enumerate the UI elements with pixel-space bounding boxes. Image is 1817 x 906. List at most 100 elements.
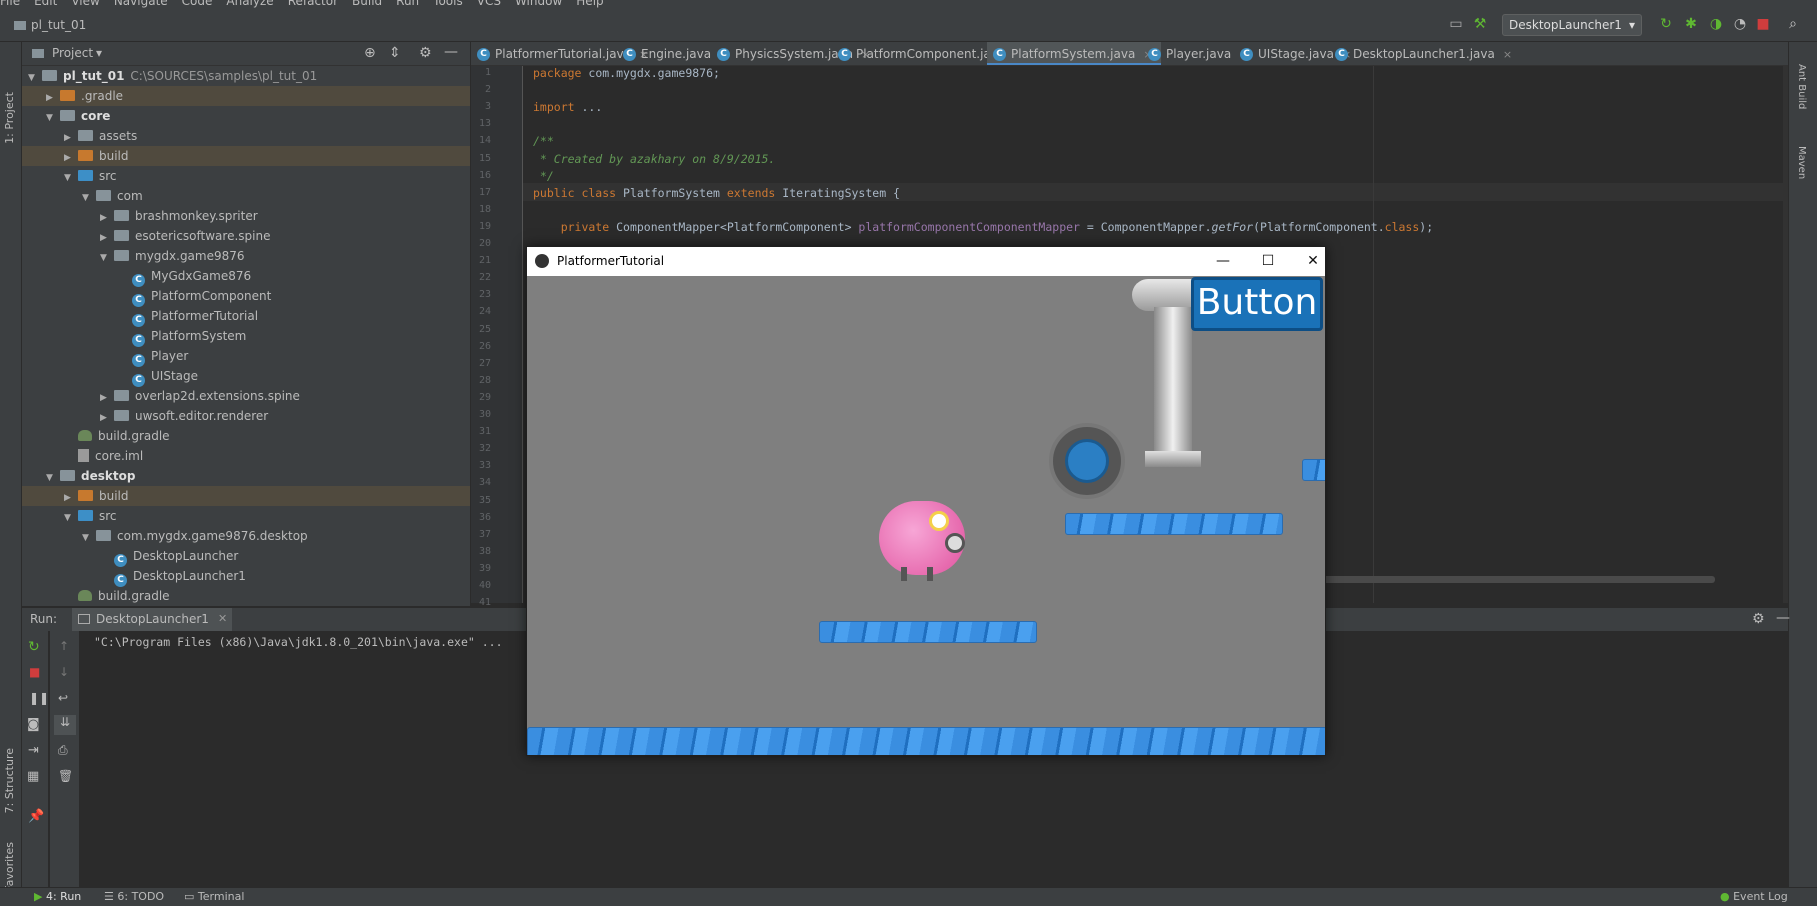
soft-wrap-icon[interactable]: ↩ <box>58 691 68 705</box>
tree-item[interactable]: ▼ mygdx.game9876 <box>22 246 470 266</box>
minimize-button[interactable]: — <box>1208 251 1238 271</box>
rerun-icon[interactable]: ↻ <box>1658 16 1674 32</box>
chevron-down-icon[interactable]: ▾ <box>96 46 102 60</box>
expand-arrow-icon[interactable]: ▶ <box>64 148 78 168</box>
tree-item[interactable]: C PlatformSystem <box>22 326 470 347</box>
close-button[interactable]: ✕ <box>1298 251 1325 271</box>
todo-tool-tab[interactable]: ☰ 6: TODO <box>104 890 164 903</box>
pause-icon[interactable]: ❚❚ <box>29 691 49 705</box>
scroll-to-end-icon[interactable]: ⇊ <box>54 715 76 735</box>
coverage-icon[interactable]: ◑ <box>1708 16 1724 32</box>
hide-icon[interactable]: — <box>444 44 458 60</box>
tree-item[interactable]: ▼ src <box>22 506 470 526</box>
structure-tool-button[interactable]: 7: Structure <box>3 748 16 813</box>
editor-tab[interactable]: CPlatformSystem.java× <box>987 42 1161 65</box>
tree-item[interactable]: C PlatformComponent <box>22 286 470 307</box>
expand-arrow-icon[interactable]: ▶ <box>100 228 114 248</box>
layout-icon[interactable]: ▭ <box>1448 16 1464 32</box>
profile-icon[interactable]: ◔ <box>1732 16 1748 32</box>
menu-item-file[interactable]: File <box>0 0 20 7</box>
tree-item[interactable]: ▶ build <box>22 146 470 166</box>
up-arrow-icon[interactable]: ↑ <box>59 639 69 653</box>
tree-item[interactable]: C UIStage <box>22 366 470 387</box>
game-window-titlebar[interactable]: PlatformerTutorial — ☐ ✕ <box>527 247 1325 276</box>
expand-arrow-icon[interactable]: ▼ <box>64 168 78 188</box>
game-ui-button[interactable]: Button <box>1191 277 1323 331</box>
gear-icon[interactable]: ⚙ <box>419 45 432 61</box>
tree-item[interactable]: C DesktopLauncher1 <box>22 566 470 587</box>
tree-item[interactable]: C Player <box>22 346 470 367</box>
tree-item[interactable]: ▼ src <box>22 166 470 186</box>
tree-item[interactable]: ▶ brashmonkey.spriter <box>22 206 470 226</box>
tree-item[interactable]: ▶ assets <box>22 126 470 146</box>
menu-item-view[interactable]: View <box>71 0 99 7</box>
expand-arrow-icon[interactable]: ▶ <box>100 388 114 408</box>
maven-tool-button[interactable]: Maven <box>1796 146 1807 179</box>
stop-icon[interactable]: ■ <box>29 665 40 679</box>
tree-item[interactable]: C MyGdxGame876 <box>22 266 470 287</box>
run-config-select[interactable]: DesktopLauncher1 ▾ <box>1502 14 1642 36</box>
trash-icon[interactable]: 🗑 <box>58 769 73 783</box>
expand-arrow-icon[interactable]: ▼ <box>46 108 60 128</box>
expand-arrow-icon[interactable]: ▼ <box>46 468 60 488</box>
layout-icon[interactable]: ▦ <box>27 769 39 784</box>
menu-item-run[interactable]: Run <box>396 0 419 7</box>
hide-icon[interactable]: — <box>1776 610 1790 626</box>
tree-item[interactable]: ▼ com.mygdx.game9876.desktop <box>22 526 470 546</box>
close-icon[interactable]: ✕ <box>218 612 227 625</box>
debug-icon[interactable]: ✱ <box>1683 16 1699 32</box>
tree-item[interactable]: C PlatformerTutorial <box>22 306 470 327</box>
menu-item-tools[interactable]: Tools <box>433 0 463 7</box>
tree-item[interactable]: ▼ core <box>22 106 470 126</box>
run-tool-tab[interactable]: ▶ 4: Run <box>34 890 81 903</box>
ant-build-tool-button[interactable]: Ant Build <box>1796 64 1807 109</box>
event-log-tool-tab[interactable]: ● Event Log <box>1720 890 1788 903</box>
stop-icon[interactable]: ■ <box>1755 16 1771 32</box>
breadcrumb[interactable]: pl_tut_01 <box>14 18 86 32</box>
expand-arrow-icon[interactable]: ▼ <box>28 68 42 88</box>
expand-arrow-icon[interactable]: ▶ <box>64 128 78 148</box>
tree-item[interactable]: build.gradle <box>22 586 470 606</box>
locate-icon[interactable]: ⊕ <box>364 45 376 61</box>
menu-item-navigate[interactable]: Navigate <box>114 0 168 7</box>
tree-item[interactable]: ▶ overlap2d.extensions.spine <box>22 386 470 406</box>
tree-item[interactable]: C DesktopLauncher <box>22 546 470 567</box>
game-window[interactable]: PlatformerTutorial — ☐ ✕ Button <box>526 246 1326 756</box>
project-view-select[interactable]: Project <box>52 46 93 60</box>
maximize-button[interactable]: ☐ <box>1253 251 1283 271</box>
expand-arrow-icon[interactable]: ▼ <box>82 188 96 208</box>
menu-item-edit[interactable]: Edit <box>34 0 57 7</box>
tree-item[interactable]: ▶ esotericsoftware.spine <box>22 226 470 246</box>
rerun-icon[interactable]: ↻ <box>28 639 40 655</box>
exit-icon[interactable]: ⇥ <box>28 743 39 758</box>
menu-item-analyze[interactable]: Analyze <box>226 0 273 7</box>
project-tool-button[interactable]: 1: Project <box>3 92 16 144</box>
expand-arrow-icon[interactable]: ▶ <box>100 408 114 428</box>
down-arrow-icon[interactable]: ↓ <box>59 665 69 679</box>
tree-item[interactable]: core.iml <box>22 446 470 466</box>
expand-arrow-icon[interactable]: ▼ <box>100 248 114 268</box>
close-icon[interactable]: × <box>1503 48 1512 61</box>
tree-item[interactable]: ▶ build <box>22 486 470 506</box>
tree-item[interactable]: ▼ com <box>22 186 470 206</box>
build-hammer-icon[interactable]: ⚒ <box>1472 16 1488 32</box>
editor-tab[interactable]: C DesktopLauncher1.java × <box>1329 42 1520 65</box>
expand-arrow-icon[interactable]: ▼ <box>82 528 96 548</box>
expand-arrow-icon[interactable]: ▶ <box>46 88 60 108</box>
tree-item[interactable]: ▶ .gradle <box>22 86 470 106</box>
terminal-tool-tab[interactable]: ▭ Terminal <box>184 890 244 903</box>
breadcrumb-project[interactable]: pl_tut_01 <box>31 18 86 32</box>
expand-arrow-icon[interactable]: ▶ <box>64 488 78 508</box>
menu-item-refactor[interactable]: Refactor <box>288 0 338 7</box>
menu-item-help[interactable]: Help <box>576 0 603 7</box>
collapse-icon[interactable]: ⇕ <box>389 45 401 61</box>
run-tab[interactable]: DesktopLauncher1 ✕ <box>72 608 232 632</box>
menu-item-build[interactable]: Build <box>352 0 382 7</box>
expand-arrow-icon[interactable]: ▶ <box>100 208 114 228</box>
menu-item-code[interactable]: Code <box>182 0 213 7</box>
camera-icon[interactable]: ◙ <box>27 717 40 732</box>
tree-item[interactable]: ▼ pl_tut_01 C:\SOURCES\samples\pl_tut_01 <box>22 66 470 86</box>
tree-item[interactable]: ▼ desktop <box>22 466 470 486</box>
tree-item[interactable]: build.gradle <box>22 426 470 446</box>
gear-icon[interactable]: ⚙ <box>1752 611 1765 627</box>
